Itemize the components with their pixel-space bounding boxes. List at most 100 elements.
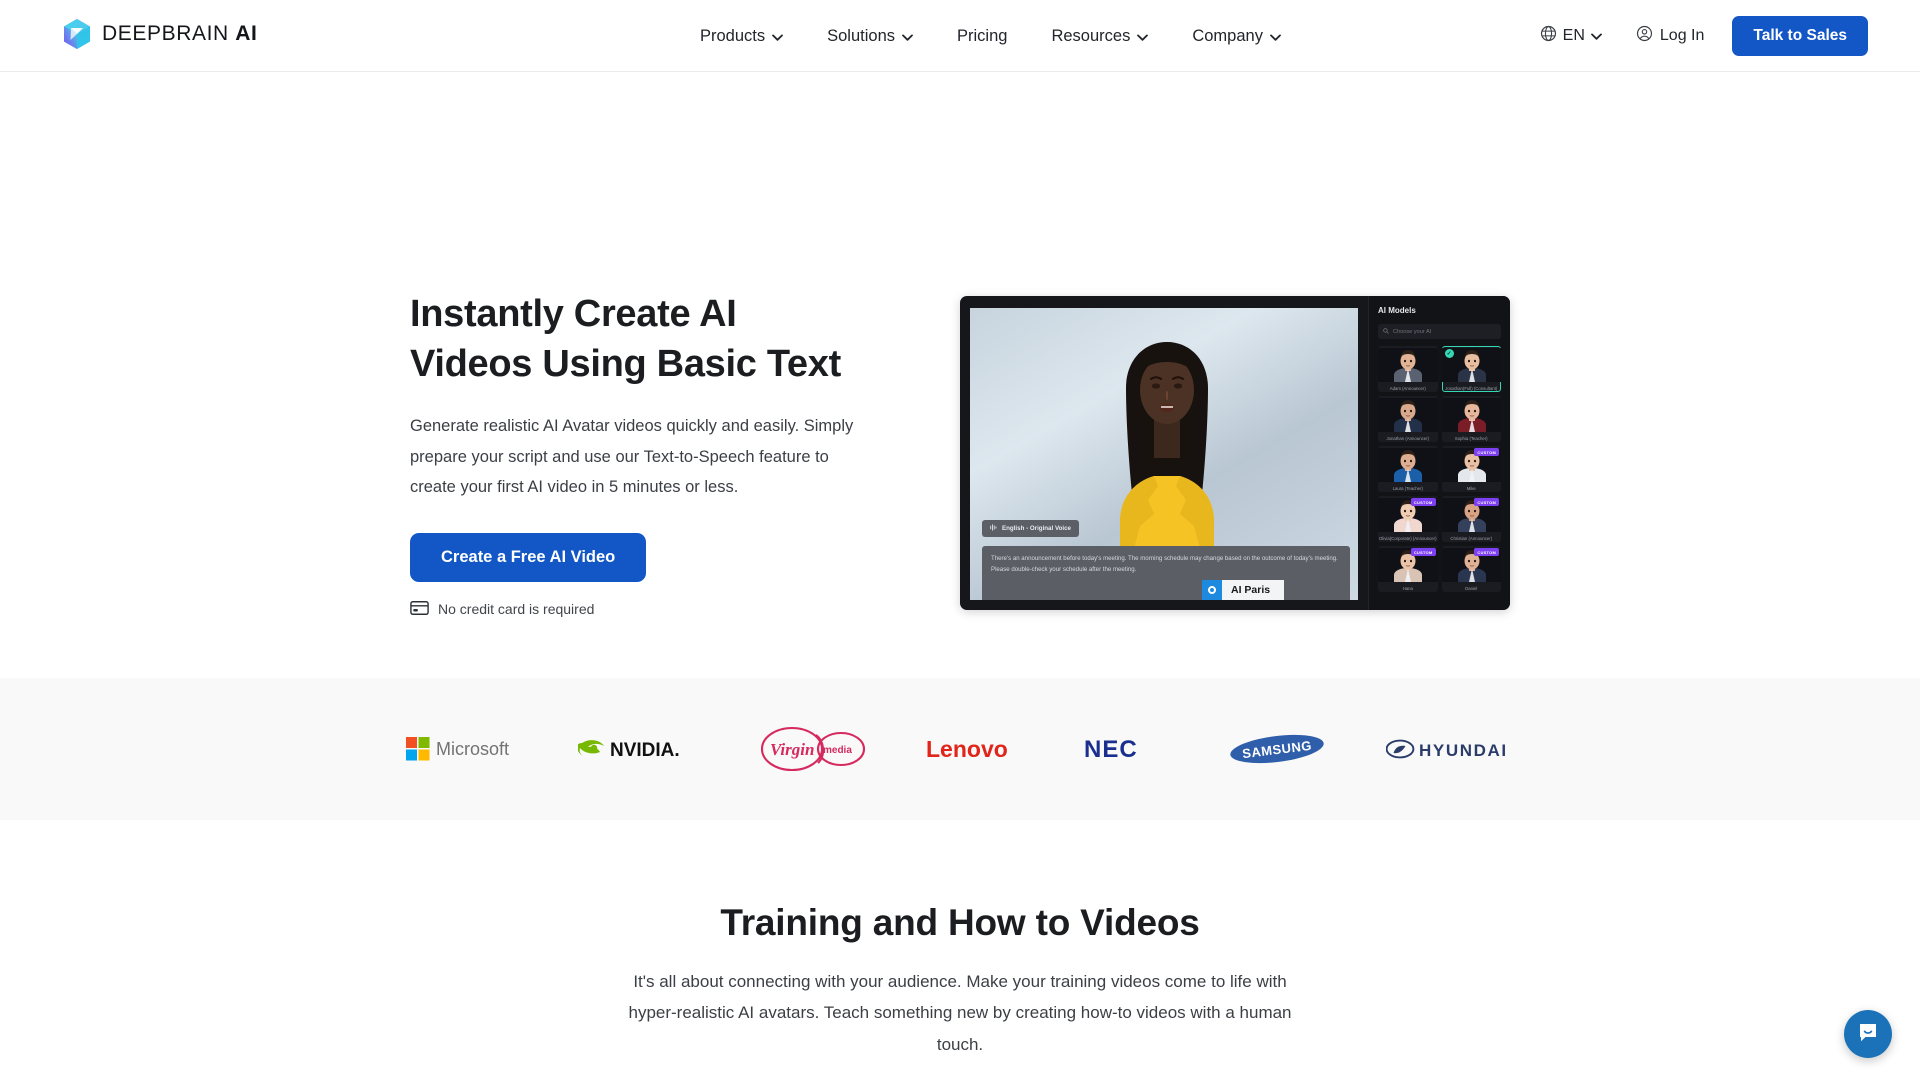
custom-badge: CUSTOM (1410, 548, 1436, 556)
svg-text:Lenovo: Lenovo (926, 736, 1008, 762)
ai-model-thumbnail[interactable]: Adam (Announcer) (1378, 346, 1438, 392)
credit-card-icon (410, 600, 429, 618)
voice-selector-chip[interactable]: English - Original Voice (982, 520, 1079, 537)
model-portrait (1378, 348, 1438, 382)
ai-model-thumbnail[interactable]: CUSTOM Olivia(Corporate) (Announcer) (1378, 496, 1438, 542)
training-section: Training and How to Videos It's all abou… (0, 820, 1920, 1061)
nav-label: Resources (1051, 26, 1131, 45)
chevron-down-icon (902, 27, 913, 46)
nav-label: Solutions (827, 26, 896, 45)
chat-launcher-button[interactable] (1844, 1010, 1892, 1058)
ai-models-panel: AI Models Choose your AI Adam (Announcer… (1368, 296, 1510, 610)
nav-item-resources[interactable]: Resources (1051, 26, 1149, 46)
ai-model-thumbnail[interactable]: CUSTOM Daniel (1441, 546, 1501, 592)
logo-nec: NEC (1084, 724, 1168, 774)
ai-models-grid: Adam (Announcer) ✓ Jonathan(Full) (Consult… (1378, 346, 1501, 592)
ai-model-thumbnail[interactable]: Sophia (Teacher) (1441, 396, 1501, 442)
hero-section: Instantly Create AI Videos Using Basic T… (0, 72, 1920, 678)
avatar-name-badge: AI Paris (1202, 580, 1285, 600)
logo-microsoft: Microsoft (406, 724, 518, 774)
ai-models-title: AI Models (1378, 306, 1416, 315)
svg-text:media: media (823, 745, 852, 756)
audio-wave-icon (990, 524, 997, 533)
model-search-placeholder: Choose your AI (1393, 328, 1432, 335)
model-search-input[interactable]: Choose your AI (1378, 324, 1501, 339)
brand-logo[interactable]: DEEPBRAIN AI (62, 18, 257, 50)
logo-samsung: SAMSUNG (1228, 724, 1326, 774)
nav-item-pricing[interactable]: Pricing (957, 27, 1007, 46)
ai-model-thumbnail[interactable]: Laura (Teacher) (1378, 446, 1438, 492)
user-account-icon (1636, 25, 1653, 47)
nav-item-company[interactable]: Company (1192, 27, 1281, 46)
training-title: Training and How to Videos (720, 902, 1200, 943)
model-name-label: Jonathan (Announcer) (1386, 435, 1430, 441)
ai-model-thumbnail[interactable]: CUSTOM Hana (1378, 546, 1438, 592)
svg-text:HYUNDAI: HYUNDAI (1419, 741, 1508, 760)
hero-subtitle: Generate realistic AI Avatar videos quic… (410, 417, 854, 497)
model-name-label: Hana (1402, 585, 1413, 591)
model-portrait (1378, 448, 1438, 482)
ai-model-thumbnail[interactable]: CUSTOM Mike (1441, 446, 1501, 492)
svg-text:NEC: NEC (1084, 736, 1138, 762)
script-textarea[interactable]: There's an announcement before today's m… (982, 546, 1350, 600)
ai-model-thumbnail[interactable]: Jonathan (Announcer) (1378, 396, 1438, 442)
model-name-label: Jonathan(Full) (Consultant) (1445, 385, 1498, 391)
chevron-down-icon (772, 27, 784, 46)
language-label: EN (1562, 27, 1585, 44)
hero-title-line-1: Instantly Create AI (410, 293, 737, 335)
model-name-label: Daniel (1465, 585, 1478, 591)
custom-badge: CUSTOM (1474, 548, 1499, 556)
logo-lenovo: Lenovo (926, 724, 1024, 774)
avatar-name-label: AI Paris (1231, 584, 1271, 596)
brand-name: DEEPBRAIN AI (102, 22, 258, 45)
page-title: Instantly Create AI Videos Using Basic T… (410, 289, 880, 389)
brand-dot-icon (1202, 580, 1222, 600)
custom-badge: CUSTOM (1474, 498, 1499, 506)
nav-item-solutions[interactable]: Solutions (827, 27, 913, 46)
hero-copy: Instantly Create AI Videos Using Basic T… (410, 289, 880, 618)
nav-label: Company (1192, 26, 1263, 45)
logo-nvidia: NVIDIA. (578, 724, 700, 774)
custom-badge: CUSTOM (1474, 448, 1499, 456)
header-actions: EN Log In Talk to Sales (1540, 0, 1868, 72)
voice-label: English - Original Voice (1002, 525, 1071, 532)
model-name-label: Christian (Announcer) (1450, 535, 1493, 541)
no-credit-card-note: No credit card is required (410, 600, 880, 618)
create-free-ai-video-button[interactable]: Create a Free AI Video (410, 532, 647, 582)
custom-badge: CUSTOM (1410, 498, 1436, 506)
hero-product-preview[interactable]: English - Original Voice There's an anno… (960, 296, 1510, 610)
selected-check-icon: ✓ (1444, 349, 1454, 358)
nav-label: Pricing (957, 26, 1008, 45)
training-body: It's all about connecting with your audi… (628, 972, 1292, 1054)
customer-logo-band: Microsoft NVIDIA. Virgin media Lenovo NE… (0, 678, 1920, 820)
language-selector[interactable]: EN (1540, 25, 1602, 47)
chevron-down-icon (1270, 27, 1281, 46)
logo-virgin-media: Virgin media (760, 724, 866, 774)
note-label: No credit card is required (438, 601, 595, 618)
svg-text:Virgin: Virgin (770, 740, 814, 759)
login-label: Log In (1659, 27, 1705, 44)
chevron-down-icon (1137, 27, 1149, 46)
ai-model-thumbnail[interactable]: CUSTOM Christian (Announcer) (1441, 496, 1501, 542)
search-icon (1383, 327, 1389, 336)
preview-video-stage: English - Original Voice There's an anno… (970, 308, 1358, 600)
ai-model-thumbnail[interactable]: ✓ Jonathan(Full) (Consultant) (1441, 346, 1501, 392)
nav-label: Products (700, 26, 766, 45)
main-nav: Products Solutions Pricing Resources Com… (700, 0, 1281, 72)
logo-hyundai: HYUNDAI (1386, 724, 1514, 774)
svg-text:Microsoft: Microsoft (436, 739, 509, 759)
chat-bubble-icon (1856, 1020, 1880, 1049)
globe-icon (1540, 25, 1557, 47)
model-portrait (1378, 398, 1438, 432)
site-header: DEEPBRAIN AI Products Solutions Pricing … (0, 0, 1920, 72)
model-name-label: Laura (Teacher) (1392, 485, 1423, 491)
hero-title-line-2: Videos Using Basic Text (410, 343, 841, 386)
nav-item-products[interactable]: Products (700, 26, 784, 46)
model-name-label: Mike (1466, 485, 1476, 491)
model-portrait (1441, 398, 1501, 432)
model-name-label: Olivia(Corporate) (Announcer) (1378, 535, 1437, 541)
talk-to-sales-button[interactable]: Talk to Sales (1732, 16, 1868, 56)
deepbrain-cube-icon (62, 18, 92, 50)
login-link[interactable]: Log In (1636, 25, 1704, 47)
model-name-label: Sophia (Teacher) (1454, 435, 1488, 441)
